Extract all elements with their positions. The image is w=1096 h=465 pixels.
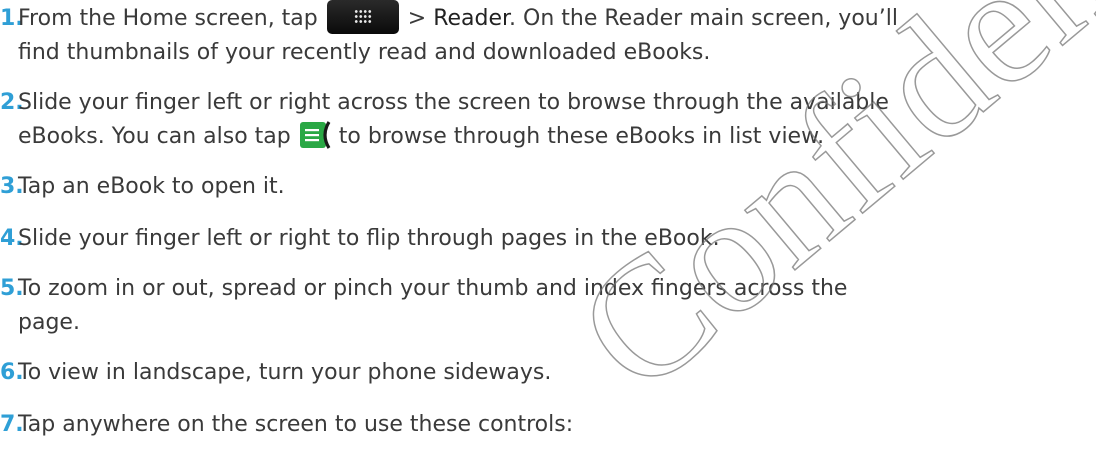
step-text: Tap anywhere on the screen to use these …	[18, 412, 574, 437]
step-text: Slide your finger left or right across t…	[18, 90, 889, 115]
step-text: Slide your finger left or right to flip …	[18, 226, 720, 251]
step-text-cont: . On the Reader main screen, you’ll	[509, 6, 898, 31]
document-page: 1. From the Home screen, tap > Reader. O…	[0, 0, 1096, 465]
step-text-line2-cont: to browse through these eBooks in list v…	[338, 124, 825, 149]
all-apps-grid-icon	[326, 0, 399, 34]
step-text-line2: eBooks. You can also tap	[18, 124, 291, 149]
step-text-line2: find thumbnails of your recently read an…	[18, 40, 711, 65]
step-text-line2: page.	[18, 310, 80, 335]
step-text-prefix: >	[407, 6, 434, 31]
step-text: To zoom in or out, spread or pinch your …	[18, 276, 848, 301]
step-text: From the Home screen, tap	[18, 6, 318, 31]
step-text: To view in landscape, turn your phone si…	[18, 360, 552, 385]
step-text: Tap an eBook to open it.	[18, 174, 285, 199]
list-view-icon	[298, 118, 332, 152]
reader-label: Reader	[433, 6, 510, 31]
